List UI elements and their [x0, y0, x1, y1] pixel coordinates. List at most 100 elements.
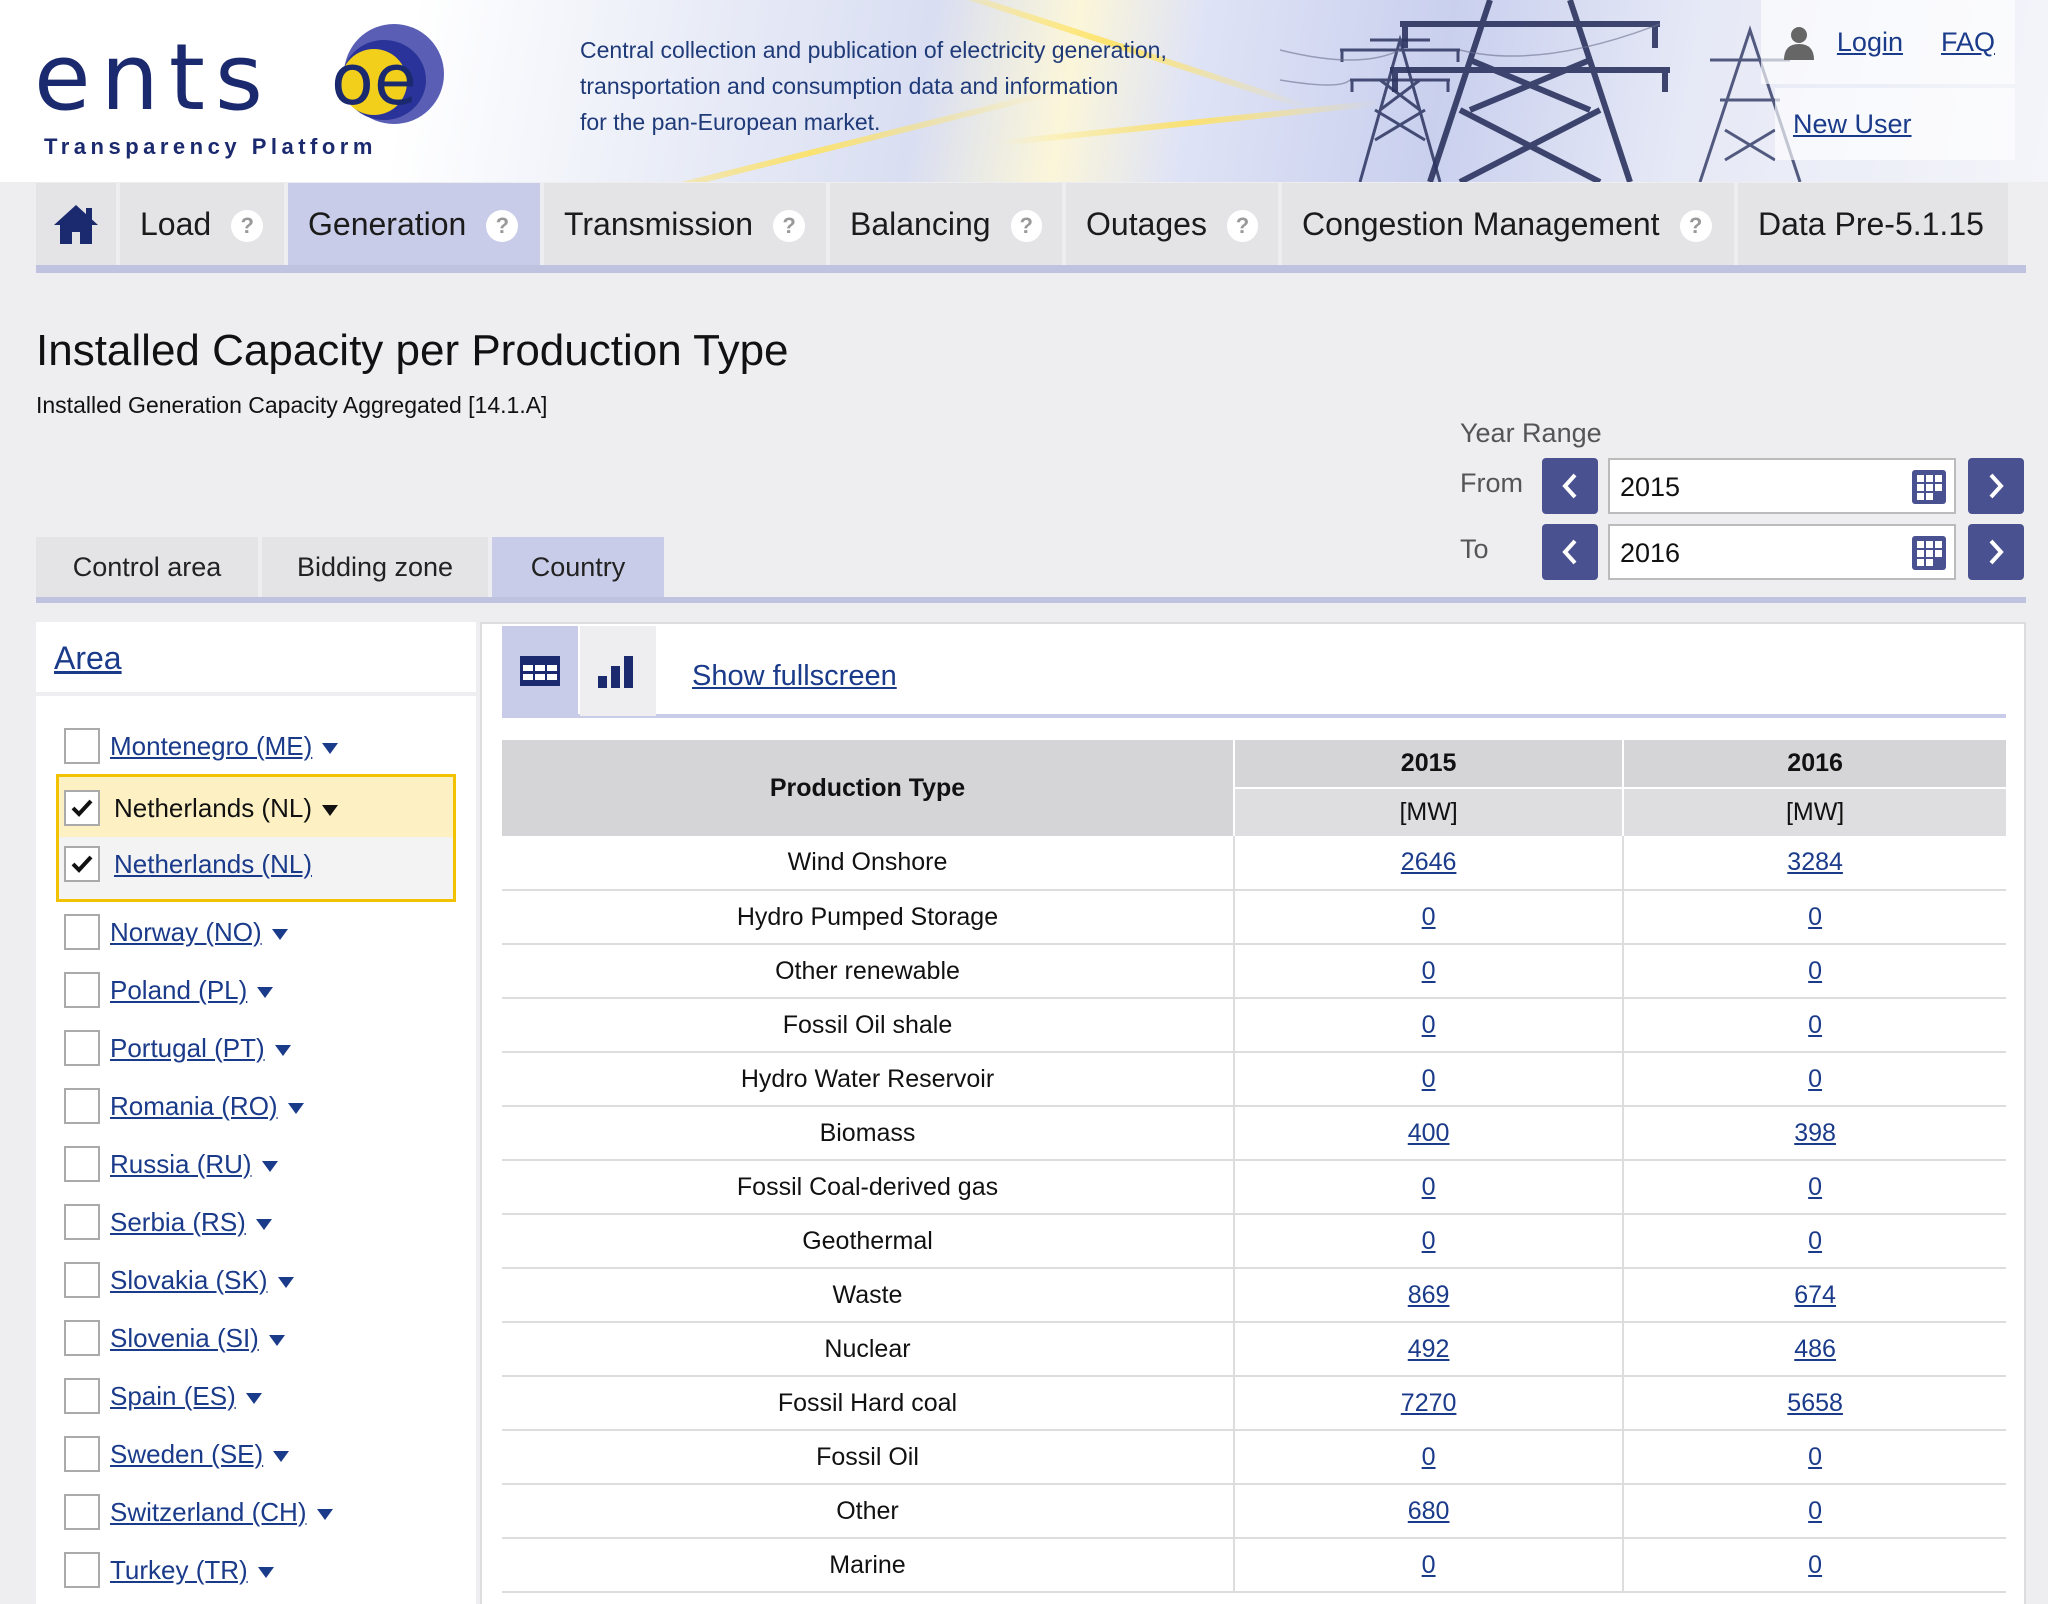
table-view-button[interactable]	[502, 626, 578, 716]
value-link[interactable]: 0	[1422, 1227, 1436, 1255]
from-year-input[interactable]: 2015	[1608, 458, 1956, 514]
country-link[interactable]: Netherlands (NL)	[114, 849, 312, 880]
country-link[interactable]: Serbia (RS)	[110, 1207, 246, 1238]
show-fullscreen-link[interactable]: Show fullscreen	[692, 660, 897, 693]
expand-triangle-icon[interactable]	[257, 986, 274, 998]
tab-bidding-zone[interactable]: Bidding zone	[262, 537, 488, 597]
value-link[interactable]: 486	[1794, 1335, 1836, 1363]
country-checkbox[interactable]	[64, 1262, 100, 1298]
value-link[interactable]: 0	[1422, 1551, 1436, 1579]
help-icon[interactable]: ?	[1010, 210, 1042, 242]
country-checkbox[interactable]	[64, 1320, 100, 1356]
nav-congestion-management[interactable]: Congestion Management ?	[1282, 183, 1734, 265]
entsoe-logo[interactable]: ents oe Transparency Platform	[34, 22, 444, 162]
country-link[interactable]: Turkey (TR)	[110, 1555, 248, 1586]
country-item[interactable]: Turkey (TR)	[64, 1550, 274, 1590]
expand-triangle-icon[interactable]	[273, 1450, 290, 1462]
expand-triangle-icon[interactable]	[261, 1160, 278, 1172]
expand-triangle-icon[interactable]	[316, 1508, 333, 1520]
value-link[interactable]: 0	[1808, 1443, 1822, 1471]
value-link[interactable]: 0	[1808, 903, 1822, 931]
value-link[interactable]: 398	[1794, 1119, 1836, 1147]
value-link[interactable]: 0	[1422, 1011, 1436, 1039]
country-link[interactable]: Poland (PL)	[110, 975, 247, 1006]
country-link[interactable]: Switzerland (CH)	[110, 1497, 307, 1528]
country-link[interactable]: Slovenia (SI)	[110, 1323, 259, 1354]
value-link[interactable]: 674	[1794, 1281, 1836, 1309]
nav-balancing[interactable]: Balancing ?	[830, 183, 1062, 265]
value-link[interactable]: 0	[1422, 957, 1436, 985]
country-link[interactable]: Norway (NO)	[110, 917, 262, 948]
expand-triangle-icon[interactable]	[277, 1276, 294, 1288]
country-checkbox[interactable]	[64, 1088, 100, 1124]
value-link[interactable]: 0	[1422, 1173, 1436, 1201]
country-link[interactable]: Romania (RO)	[110, 1091, 278, 1122]
value-link[interactable]: 0	[1422, 1065, 1436, 1093]
value-link[interactable]: 0	[1808, 1227, 1822, 1255]
country-checkbox[interactable]	[64, 1494, 100, 1530]
country-item[interactable]: Serbia (RS)	[64, 1202, 272, 1242]
value-link[interactable]: 0	[1808, 957, 1822, 985]
country-checkbox[interactable]	[64, 1378, 100, 1414]
expand-triangle-icon[interactable]	[257, 1566, 274, 1578]
value-link[interactable]: 400	[1408, 1119, 1450, 1147]
country-item[interactable]: Portugal (PT)	[64, 1028, 291, 1068]
expand-triangle-icon[interactable]	[255, 1218, 272, 1230]
value-link[interactable]: 2646	[1401, 848, 1457, 876]
country-checkbox[interactable]	[64, 1030, 100, 1066]
nav-load[interactable]: Load ?	[120, 183, 284, 265]
new-user-link[interactable]: New User	[1793, 109, 1912, 140]
country-item[interactable]: Romania (RO)	[64, 1086, 304, 1126]
country-link[interactable]: Slovakia (SK)	[110, 1265, 268, 1296]
country-checkbox[interactable]	[64, 914, 100, 950]
help-icon[interactable]: ?	[486, 210, 519, 242]
country-item[interactable]: Spain (ES)	[64, 1376, 262, 1416]
chart-view-button[interactable]	[580, 626, 656, 716]
expand-triangle-icon[interactable]	[274, 1044, 291, 1056]
country-item[interactable]: Switzerland (CH)	[64, 1492, 333, 1532]
country-link[interactable]: Portugal (PT)	[110, 1033, 265, 1064]
help-icon[interactable]: ?	[231, 210, 264, 242]
help-icon[interactable]: ?	[773, 210, 806, 242]
help-icon[interactable]: ?	[1679, 210, 1712, 242]
value-link[interactable]: 0	[1422, 1443, 1436, 1471]
value-link[interactable]: 0	[1808, 1011, 1822, 1039]
country-checkbox[interactable]	[64, 1146, 100, 1182]
value-link[interactable]: 0	[1808, 1497, 1822, 1525]
production-type-header[interactable]: Production Type	[502, 740, 1235, 836]
country-checkbox[interactable]	[64, 846, 100, 882]
country-checkbox[interactable]	[64, 790, 100, 826]
value-link[interactable]: 5658	[1787, 1389, 1843, 1417]
expand-triangle-icon[interactable]	[245, 1392, 262, 1404]
country-link[interactable]: Sweden (SE)	[110, 1439, 263, 1470]
expand-triangle-icon[interactable]	[271, 928, 288, 940]
value-link[interactable]: 3284	[1787, 848, 1843, 876]
nav-generation[interactable]: Generation ?	[288, 183, 540, 265]
country-item[interactable]: Poland (PL)	[64, 970, 274, 1010]
country-checkbox[interactable]	[64, 1552, 100, 1588]
value-link[interactable]: 492	[1408, 1335, 1450, 1363]
nav-transmission[interactable]: Transmission ?	[544, 183, 826, 265]
expand-triangle-icon[interactable]	[268, 1334, 285, 1346]
country-item[interactable]: Sweden (SE)	[64, 1434, 290, 1474]
tab-country[interactable]: Country	[492, 537, 664, 597]
expand-triangle-icon[interactable]	[321, 804, 338, 816]
help-icon[interactable]: ?	[1226, 210, 1258, 242]
country-item[interactable]: Norway (NO)	[64, 912, 288, 952]
value-link[interactable]: 7270	[1401, 1389, 1457, 1417]
value-link[interactable]: 680	[1408, 1497, 1450, 1525]
nav-outages[interactable]: Outages ?	[1066, 183, 1278, 265]
tab-control-area[interactable]: Control area	[36, 537, 258, 597]
country-link[interactable]: Russia (RU)	[110, 1149, 252, 1180]
country-item[interactable]: Slovenia (SI)	[64, 1318, 285, 1358]
country-item[interactable]: Slovakia (SK)	[64, 1260, 294, 1300]
login-link[interactable]: Login	[1837, 27, 1903, 58]
country-item[interactable]: Russia (RU)	[64, 1144, 278, 1184]
value-link[interactable]: 0	[1808, 1551, 1822, 1579]
value-link[interactable]: 0	[1808, 1065, 1822, 1093]
area-title-link[interactable]: Area	[54, 640, 122, 677]
expand-triangle-icon[interactable]	[287, 1102, 304, 1114]
from-next-button[interactable]	[1968, 458, 2024, 514]
nav-data-pre[interactable]: Data Pre-5.1.15	[1738, 183, 2008, 265]
value-link[interactable]: 0	[1808, 1173, 1822, 1201]
